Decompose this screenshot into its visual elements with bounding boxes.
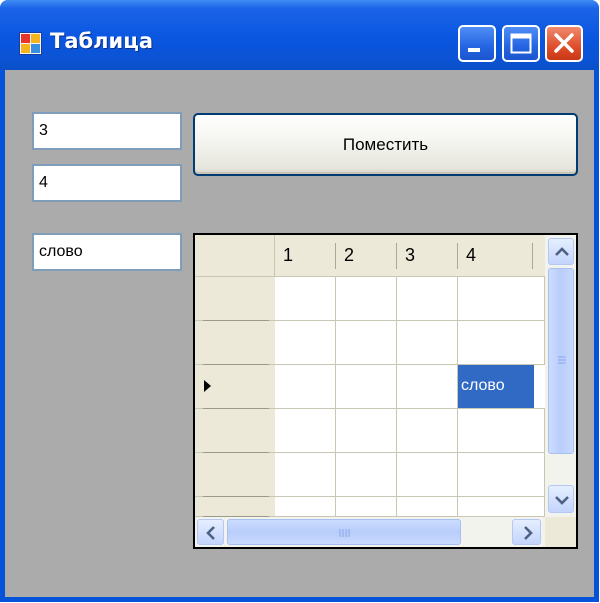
scroll-up-button[interactable] [548, 238, 574, 265]
grid-cell[interactable] [275, 453, 336, 497]
column-header-4[interactable]: 4 [458, 235, 545, 277]
chevron-down-icon [555, 496, 569, 505]
title-bar[interactable]: Таблица [0, 0, 599, 70]
chevron-left-icon [206, 526, 215, 540]
row-header[interactable] [195, 453, 275, 497]
grip-icon [558, 356, 566, 364]
place-button[interactable]: Поместить [193, 113, 578, 176]
grid-cell-selected[interactable]: слово [458, 365, 534, 408]
grip-icon [339, 529, 350, 537]
close-icon [554, 33, 574, 53]
close-button[interactable] [545, 25, 583, 62]
grid-cell[interactable] [275, 277, 336, 321]
column-header-label: 3 [405, 245, 416, 265]
minimize-button[interactable] [458, 25, 496, 62]
grid-cell[interactable] [458, 321, 545, 365]
grid-cell[interactable] [397, 277, 458, 321]
columns-input[interactable] [32, 164, 182, 202]
vertical-scrollbar[interactable] [545, 235, 576, 517]
maximize-button[interactable] [502, 25, 540, 62]
grid-cell[interactable] [336, 321, 397, 365]
word-input[interactable] [32, 233, 182, 271]
vertical-scroll-thumb[interactable] [548, 268, 574, 454]
row-header[interactable] [195, 409, 275, 453]
app-icon[interactable] [19, 32, 42, 55]
grid-cell[interactable] [336, 277, 397, 321]
row-header-current[interactable] [195, 365, 275, 409]
rows-input[interactable] [32, 112, 182, 150]
grid-cell[interactable] [275, 365, 336, 409]
window-title: Таблица [50, 29, 153, 53]
grid-cell[interactable] [336, 365, 397, 409]
current-row-arrow-icon [204, 380, 211, 392]
scroll-left-button[interactable] [197, 519, 224, 545]
row-header[interactable] [195, 497, 275, 517]
scroll-down-button[interactable] [548, 485, 574, 513]
column-header-label: 2 [344, 245, 355, 265]
column-header-label: 4 [466, 245, 477, 265]
grid-cell[interactable] [336, 409, 397, 453]
column-header-label: 1 [283, 245, 294, 265]
grid-cell[interactable]: слово [458, 365, 545, 409]
column-header-2[interactable]: 2 [336, 235, 397, 277]
grid-cell[interactable] [336, 497, 397, 517]
column-header-3[interactable]: 3 [397, 235, 458, 277]
grid-cell[interactable] [397, 497, 458, 517]
grid-cell[interactable] [397, 453, 458, 497]
chevron-up-icon [555, 247, 569, 256]
horizontal-scroll-thumb[interactable] [227, 519, 461, 545]
scrollbar-corner [545, 517, 576, 547]
grid-cell[interactable] [275, 321, 336, 365]
grid-cell[interactable] [397, 365, 458, 409]
chevron-right-icon [524, 526, 533, 540]
maximize-icon [510, 33, 532, 54]
grid-cell[interactable] [336, 453, 397, 497]
grid-cell[interactable] [397, 321, 458, 365]
data-grid[interactable]: 1 2 3 4 слово [193, 233, 578, 549]
scroll-right-button[interactable] [512, 519, 541, 545]
column-header-1[interactable]: 1 [275, 235, 336, 277]
grid-cell[interactable] [397, 409, 458, 453]
grid-cell[interactable] [458, 277, 545, 321]
grid-cell[interactable] [275, 497, 336, 517]
grid-corner-header[interactable] [195, 235, 275, 277]
horizontal-scrollbar[interactable] [195, 517, 545, 547]
grid-cell[interactable] [458, 453, 545, 497]
row-header[interactable] [195, 277, 275, 321]
row-header[interactable] [195, 321, 275, 365]
grid-cell[interactable] [458, 409, 545, 453]
grid-cell[interactable] [458, 497, 545, 517]
grid-cell[interactable] [275, 409, 336, 453]
minimize-icon [468, 48, 480, 52]
